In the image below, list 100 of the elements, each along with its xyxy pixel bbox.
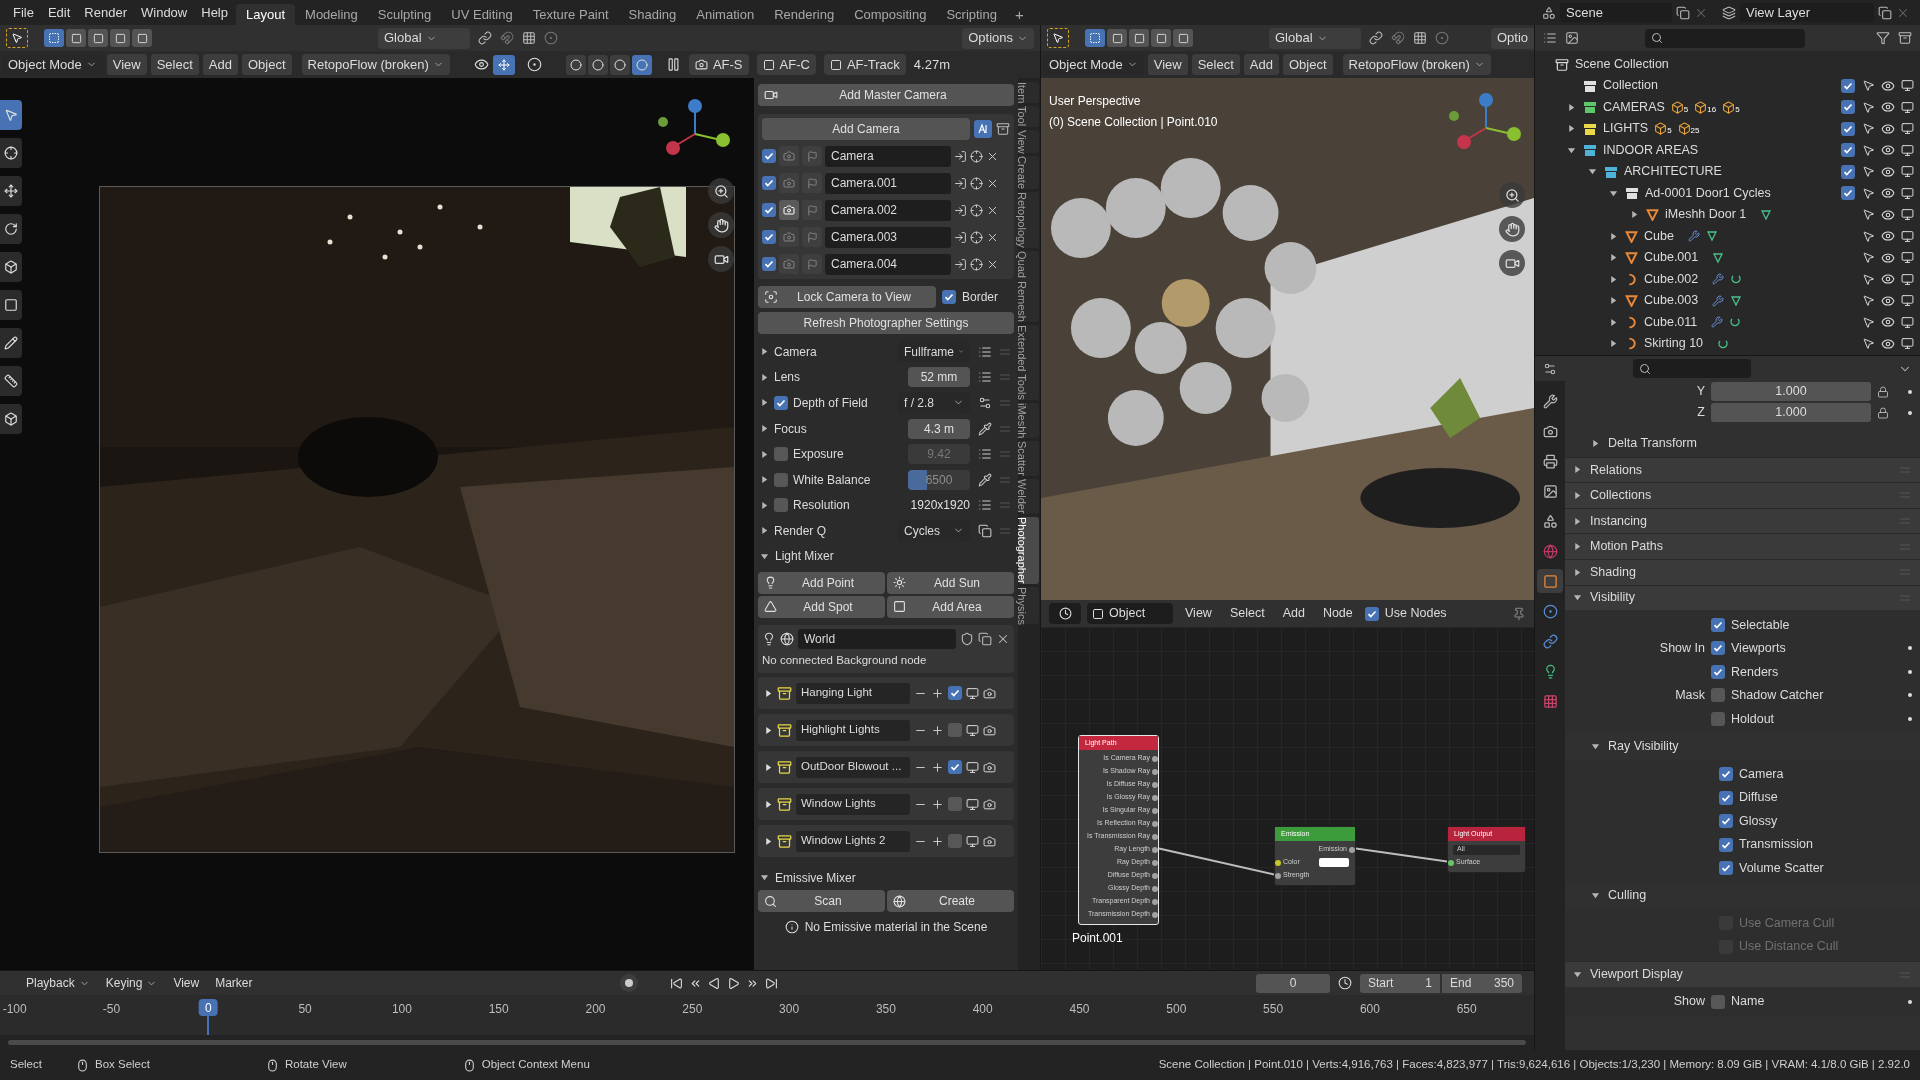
menu-item[interactable]: File	[6, 2, 41, 23]
scene-field[interactable]: Scene	[1560, 3, 1672, 22]
value-field[interactable]: 4.3 m	[908, 418, 970, 439]
outliner-item[interactable]: Cube.003	[1644, 291, 1699, 311]
outliner-item[interactable]: Collection	[1603, 76, 1658, 96]
workspace-tab[interactable]: Sculpting	[367, 4, 442, 25]
end-frame-field[interactable]: End 350	[1442, 973, 1522, 993]
menu-item[interactable]: View	[167, 974, 206, 992]
workspace-tab[interactable]: Texture Paint	[522, 4, 619, 25]
workspace-tab[interactable]: Modeling	[295, 4, 368, 25]
panel-title[interactable]: Ray Visibility	[1608, 737, 1679, 756]
menu-item[interactable]: Add	[1276, 604, 1311, 623]
panel-title[interactable]: Shading	[1590, 562, 1636, 582]
menu-item[interactable]: Node	[1316, 604, 1359, 623]
light-name-field[interactable]: Highlight Lights	[796, 719, 910, 741]
camera-name-field[interactable]: Camera.002	[825, 199, 951, 221]
orientation-dropdown[interactable]: Global	[1269, 27, 1361, 49]
outliner-item[interactable]: ARCHITECTURE	[1624, 162, 1722, 182]
camera-name-field[interactable]: Camera.004	[825, 253, 951, 275]
add-workspace-button[interactable]: +	[1006, 4, 1032, 25]
panel-title[interactable]: Visibility	[1590, 588, 1635, 608]
value-field[interactable]: 52 mm	[908, 367, 970, 388]
panel-title[interactable]: Motion Paths	[1590, 537, 1663, 557]
sidebar-tab[interactable]: Tool	[1019, 106, 1039, 127]
shader-type-dropdown[interactable]: Object	[1087, 603, 1173, 624]
outliner-item[interactable]: CAMERAS	[1603, 97, 1665, 117]
autofocus-button[interactable]: AF-S	[688, 54, 749, 75]
addon-dropdown[interactable]: RetopoFlow (broken)	[1342, 54, 1491, 75]
workspace-tab[interactable]: Layout	[236, 4, 296, 25]
menu-item[interactable]: Object	[1282, 54, 1333, 75]
panel-title[interactable]: Instancing	[1590, 511, 1647, 531]
orientation-dropdown[interactable]: Global	[378, 27, 470, 49]
value-dropdown[interactable]: Cycles	[898, 520, 970, 542]
panel-title[interactable]: Viewport Display	[1590, 965, 1683, 984]
menu-item[interactable]: Render	[77, 2, 134, 23]
menu-item[interactable]: Select	[150, 54, 199, 75]
add-master-camera-button[interactable]: Add Master Camera	[758, 84, 1014, 106]
outliner-item[interactable]: Ad-0001 Door1 Cycles	[1645, 183, 1771, 203]
menu-item[interactable]: Add	[1243, 54, 1279, 75]
menu-item[interactable]: Object	[241, 54, 292, 75]
lock-camera-button[interactable]: Lock Camera to View	[758, 286, 936, 308]
light-name-field[interactable]: Window Lights	[796, 793, 910, 815]
workspace-tab[interactable]: Scripting	[936, 4, 1007, 25]
outliner-item[interactable]: Cube.001	[1644, 248, 1699, 268]
light-name-field[interactable]: OutDoor Blowout ...	[796, 756, 910, 778]
workspace-tab[interactable]: Shading	[618, 4, 687, 25]
outliner-item[interactable]: Cube.011	[1644, 312, 1698, 332]
menu-item[interactable]: Edit	[40, 2, 78, 23]
sidebar-tab[interactable]: Create	[1019, 156, 1039, 190]
outliner-item[interactable]: Cube	[1644, 226, 1674, 246]
autofocus-button[interactable]: AF-Track	[823, 54, 906, 75]
view-layer-field[interactable]: View Layer	[1740, 3, 1874, 22]
outliner-item[interactable]: Skirting 10	[1644, 334, 1704, 354]
panel-title[interactable]: Collections	[1590, 486, 1652, 505]
add-light-button[interactable]: Add Area	[887, 595, 1014, 618]
menu-item[interactable]: Window	[134, 2, 195, 23]
scan-button[interactable]: Scan	[758, 890, 885, 912]
autofocus-button[interactable]: AF-C	[756, 54, 816, 75]
menu-item[interactable]: View	[1147, 54, 1188, 75]
options-dropdown[interactable]: Options	[962, 27, 1034, 49]
outliner-item[interactable]: iMeshh Door 1	[1665, 205, 1747, 225]
create-button[interactable]: Create	[887, 890, 1014, 912]
menu-item[interactable]: Marker	[209, 974, 259, 992]
outliner-item[interactable]: Scene Collection	[1575, 55, 1669, 74]
number-field[interactable]: 1.000	[1711, 382, 1871, 401]
panel-title[interactable]: Relations	[1590, 460, 1643, 480]
camera-name-field[interactable]: Camera	[825, 145, 951, 167]
add-camera-button[interactable]: Add Camera	[762, 118, 970, 140]
light-name-field[interactable]: Window Lights 2	[796, 830, 910, 852]
refresh-settings-button[interactable]: Refresh Photographer Settings	[758, 312, 1014, 334]
options-dropdown[interactable]: Optio	[1490, 27, 1534, 49]
camera-name-field[interactable]: Camera.001	[825, 172, 951, 194]
menu-item[interactable]: Select	[1191, 54, 1240, 75]
menu-item[interactable]: View	[106, 54, 147, 75]
world-field[interactable]: World	[798, 628, 956, 649]
menu-item[interactable]: Help	[194, 2, 235, 23]
sidebar-tab[interactable]: View	[1019, 129, 1039, 154]
current-frame-field[interactable]: 0	[1256, 973, 1330, 993]
workspace-tab[interactable]: UV Editing	[441, 4, 523, 25]
workspace-tab[interactable]: Animation	[686, 4, 765, 25]
panel-title[interactable]: Delta Transform	[1608, 434, 1697, 454]
menu-item[interactable]: Select	[1223, 604, 1271, 623]
outliner-item[interactable]: INDOOR AREAS	[1603, 140, 1699, 160]
outliner-item[interactable]: Cube.002	[1644, 269, 1699, 289]
workspace-tab[interactable]: Rendering	[764, 4, 845, 25]
value-dropdown[interactable]: Fullframe	[898, 341, 970, 363]
menu-dropdown[interactable]: Playback	[20, 972, 96, 994]
add-light-button[interactable]: Add Sun	[887, 571, 1014, 594]
number-field[interactable]: 1.000	[1711, 403, 1871, 422]
addon-dropdown[interactable]: RetopoFlow (broken)	[301, 54, 450, 75]
sidebar-tab[interactable]: Scatter	[1019, 441, 1039, 477]
camera-name-field[interactable]: Camera.003	[825, 226, 951, 248]
start-frame-field[interactable]: Start 1	[1360, 973, 1440, 993]
light-name-field[interactable]: Hanging Light	[796, 682, 910, 704]
sidebar-tab[interactable]: Item	[1019, 82, 1039, 104]
sidebar-tab[interactable]: Welder	[1019, 479, 1039, 514]
add-light-button[interactable]: Add Spot	[758, 595, 885, 618]
sidebar-tab[interactable]: iMeshh	[1019, 402, 1039, 439]
menu-item[interactable]: View	[1179, 604, 1218, 623]
sidebar-tab[interactable]: Extended Tools	[1019, 324, 1039, 400]
